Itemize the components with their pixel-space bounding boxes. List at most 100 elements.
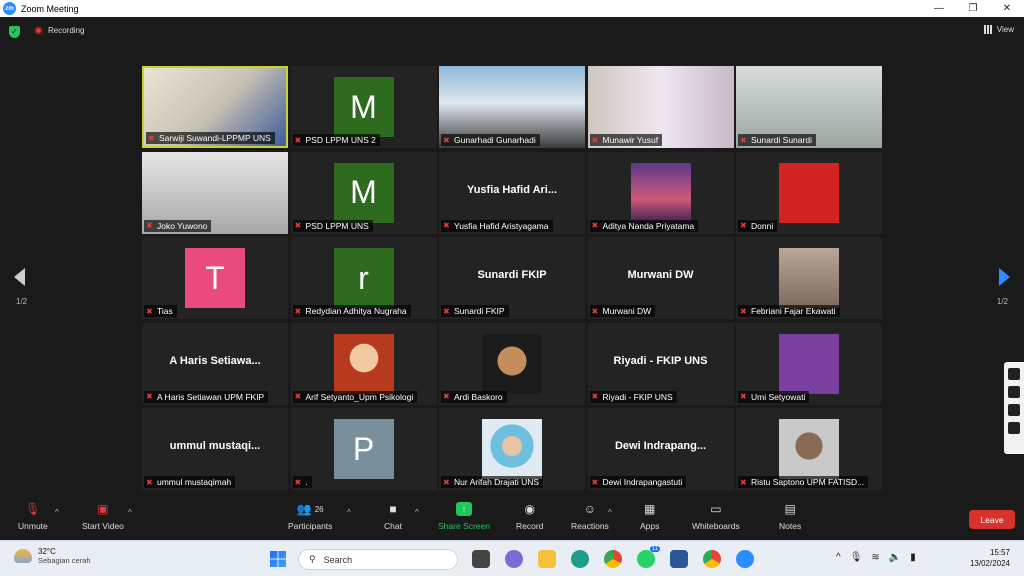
apps-label: Apps [640,521,660,531]
participant-tile[interactable]: ummul mustaqi... ✖ ummul mustaqimah [142,408,288,490]
participant-tile[interactable]: Yusfia Hafid Ari... ✖ Yusfia Hafid Aristya… [439,151,585,234]
participant-tile[interactable]: ✖ Ardi Baskoro [439,322,585,405]
participant-name-label: ✖ Riyadi - FKIP UNS [589,390,677,403]
participant-tile[interactable]: ✖ Donni [736,151,882,234]
chat-caret-icon[interactable]: ^ [415,508,419,517]
video-icon[interactable] [1008,386,1020,398]
previous-page-arrow-icon[interactable] [14,268,25,286]
participant-tile[interactable]: ✖ Gunarhadi Gunarhadi [439,66,585,148]
participant-tile[interactable]: Sunardi FKIP ✖ Sunardi FKIP [439,237,585,319]
video-off-icon: ▣ [97,502,109,516]
participant-profile-photo [779,162,839,223]
battery-icon[interactable]: ▮ [910,552,916,563]
start-video-button[interactable]: ▣ Start Video [82,502,124,531]
taskbar-search-input[interactable]: ⚲ Search [298,549,458,570]
participant-tile[interactable]: ✖ Arif Setyanto_Upm Psikologi [290,322,437,405]
participant-tile[interactable]: P ✖. [290,408,437,490]
participant-tile[interactable]: A Haris Setiawa... ✖ A Haris Setiawan UPM … [142,322,288,405]
weather-widget[interactable]: 32°C Sebagian cerah [14,547,91,565]
volume-icon[interactable]: 🔈 [889,552,901,563]
notes-icon: ▤ [784,502,796,516]
participant-tile[interactable]: Riyadi - FKIP UNS ✖ Riyadi - FKIP UNS [587,322,734,405]
task-view-icon[interactable] [472,550,490,568]
participant-name: Arif Setyanto_Upm Psikologi [305,391,414,402]
view-label: View [996,25,1014,34]
minimize-icon[interactable]: — [922,0,956,17]
close-icon[interactable]: ✕ [990,0,1024,17]
participant-tile[interactable]: ✖ Ristu Saptono UPM FATISD... [736,408,882,490]
participant-profile-photo [779,248,839,308]
whatsapp-icon[interactable]: 11 [637,546,660,568]
wifi-icon[interactable]: ≋ [871,552,879,563]
unmute-button[interactable]: 🎙 Unmute [18,502,48,531]
reactions-button[interactable]: ☺ Reactions [571,502,609,531]
participant-tile[interactable]: ✖ Sunardi Sunardi [736,66,882,148]
settings-icon[interactable] [1008,422,1020,434]
participant-tile[interactable]: ✖ Febriani Fajar Ekawati [736,237,882,319]
maximize-icon[interactable]: ❐ [956,0,990,17]
chrome-icon[interactable] [604,550,622,568]
view-button[interactable]: View [983,25,1014,34]
clock[interactable]: 15:57 13/02/2024 [970,547,1010,569]
participants-button[interactable]: 👥 26 Participants [288,502,332,531]
microphone-icon[interactable]: 🎙 [850,552,863,563]
reactions-icon: ☺ [583,502,597,516]
whiteboards-button[interactable]: ▭ Whiteboards [692,502,740,531]
participant-name: Joko Yuwono [157,220,208,231]
participant-tile[interactable]: Dewi Indrapang... ✖ Dewi Indrapangastuti [587,408,734,490]
participant-tile[interactable]: T ✖ Tias [142,237,288,319]
grid-icon [983,25,993,34]
video-options-caret-icon[interactable]: ^ [128,508,132,517]
edge-browser-icon[interactable] [571,550,589,568]
participant-name: Sunardi Sunardi [751,135,812,145]
participant-tile[interactable]: ✖ Sarwiji Suwandi-LPPMP UNS [142,66,288,148]
participant-tile[interactable]: ✖ Joko Yuwono [142,151,288,234]
word-icon[interactable] [670,550,688,568]
copy-icon[interactable] [1008,404,1020,416]
notes-button[interactable]: ▤ Notes [779,502,801,531]
participants-caret-icon[interactable]: ^ [347,508,351,517]
audio-options-caret-icon[interactable]: ^ [55,508,59,517]
muted-mic-icon: ✖ [443,392,450,401]
next-page-arrow-icon[interactable] [999,268,1010,286]
participant-name-label: ✖ Ristu Saptono UPM FATISD... [738,476,869,488]
chevron-up-icon[interactable]: ^ [836,552,841,563]
chrome-profile-icon[interactable] [703,550,721,568]
reactions-caret-icon[interactable]: ^ [608,508,612,517]
clock-time: 15:57 [989,548,1010,557]
chat-app-icon[interactable] [505,550,523,568]
window-titlebar: zm Zoom Meeting — ❐ ✕ [0,0,1024,17]
security-shield-icon[interactable]: ✓ [9,26,20,38]
participant-tile[interactable]: M ✖ PSD LPPM UNS [290,151,437,234]
camera-icon[interactable] [1008,368,1020,380]
apps-button[interactable]: ▦ Apps [640,502,659,531]
participant-name: Munawir Yusuf [602,135,659,145]
chat-button[interactable]: ■ Chat [384,502,402,531]
share-screen-button[interactable]: ↑ Share Screen [438,502,490,531]
muted-mic-icon: ✖ [294,392,302,401]
leave-button[interactable]: Leave [969,510,1015,529]
muted-mic-icon: 🎙 [25,502,41,516]
zoom-logo-icon: zm [3,2,16,15]
participant-name: Ristu Saptono UPM FATISD... [751,477,865,487]
participant-tile[interactable]: M ✖ PSD LPPM UNS 2 [290,66,437,148]
system-tray: ^ 🎙 ≋ 🔈 ▮ [836,552,916,563]
zoom-taskbar-icon[interactable] [736,550,754,568]
muted-mic-icon: ✖ [146,477,153,487]
participant-tile[interactable]: ✖ Umi Setyowati [736,322,882,405]
participant-name: Umi Setyowati [751,391,806,402]
participant-tile[interactable]: ✖ Nur Arifah Drajati UNS [439,408,585,490]
search-placeholder: Search [323,554,353,565]
temperature: 32°C [38,547,56,556]
file-explorer-icon[interactable] [538,550,556,568]
participant-tile[interactable]: Murwani DW ✖ Murwani DW [587,237,734,319]
participant-tile[interactable]: r ✖ Redydian Adhitya Nugraha [290,237,437,319]
participant-tile[interactable]: ✖ Aditya Nanda Priyatama [587,151,734,234]
record-button[interactable]: ◉ Record [516,502,543,531]
participant-tile[interactable]: ✖ Munawir Yusuf [587,66,734,148]
recording-indicator[interactable]: Recording [34,26,84,35]
window-controls: — ❐ ✕ [922,0,1024,17]
windows-start-icon[interactable] [270,551,286,567]
muted-mic-icon: ✖ [443,135,450,145]
participant-name-label: ✖ Munawir Yusuf [589,134,663,146]
